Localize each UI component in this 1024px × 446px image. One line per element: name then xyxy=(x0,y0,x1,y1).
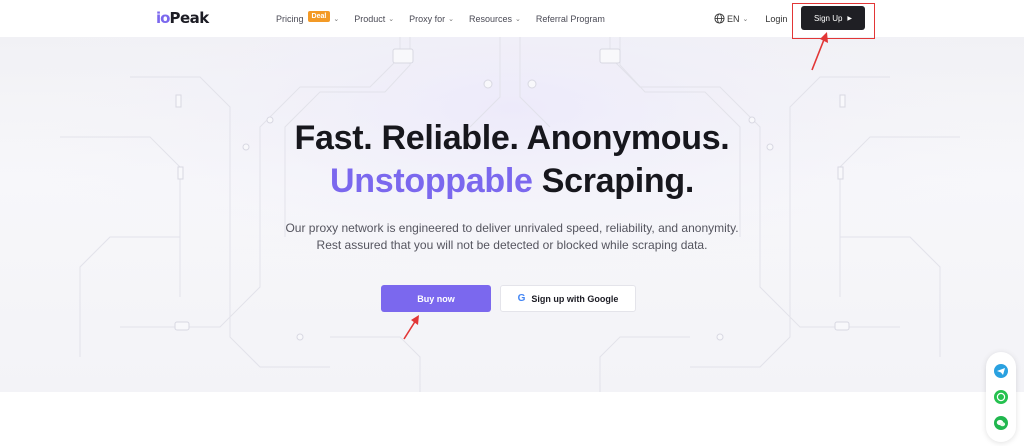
nav-item-label: Referral Program xyxy=(535,13,605,24)
annotation-arrow-signup xyxy=(811,32,828,71)
sign-up-button[interactable]: Sign Up ▶ xyxy=(801,6,865,30)
wechat-icon[interactable] xyxy=(994,416,1008,430)
nav-item-product[interactable]: Product ⌄ xyxy=(354,14,394,24)
hero-subtitle-line1: Our proxy network is engineered to deliv… xyxy=(285,221,739,235)
chevron-down-icon: ⌄ xyxy=(333,15,340,23)
nav-item-label: Product xyxy=(354,13,386,24)
buy-now-button[interactable]: Buy now xyxy=(381,285,491,312)
logo-mark: io xyxy=(156,9,170,27)
hero-subtitle: Our proxy network is engineered to deliv… xyxy=(0,220,1024,254)
nav-right: EN ⌄ Login xyxy=(714,0,787,37)
nav-links: Pricing Deal ⌄ Product ⌄ Proxy for ⌄ Res… xyxy=(276,0,620,37)
language-label: EN xyxy=(727,13,740,24)
nav-item-label: Resources xyxy=(468,13,513,24)
annotation-arrow-buy xyxy=(403,315,419,340)
nav-item-pricing[interactable]: Pricing Deal ⌄ xyxy=(276,11,340,24)
whatsapp-glyph xyxy=(996,392,1006,402)
telegram-glyph xyxy=(997,368,1005,375)
hero-title-line2: Unstoppable Scraping. xyxy=(0,162,1024,201)
hero-title-line1: Fast. Reliable. Anonymous. xyxy=(294,119,730,157)
whatsapp-icon[interactable] xyxy=(994,390,1008,404)
circuit-background xyxy=(0,37,1024,392)
top-nav: io Peak Pricing Deal ⌄ Product ⌄ Proxy f… xyxy=(0,0,1024,39)
logo[interactable]: io Peak xyxy=(156,9,209,27)
chevron-down-icon: ⌄ xyxy=(448,15,454,23)
chevron-down-icon: ⌄ xyxy=(742,15,749,23)
wechat-glyph xyxy=(996,419,1006,427)
logo-text: Peak xyxy=(169,9,209,27)
deal-badge: Deal xyxy=(307,11,331,22)
nav-item-referral-program[interactable]: Referral Program xyxy=(536,14,605,24)
hero-subtitle-line2: Rest assured that you will not be detect… xyxy=(316,238,708,252)
hero-title-accent: Unstoppable xyxy=(330,162,533,200)
floating-contact-bar xyxy=(986,352,1016,442)
google-signup-button[interactable]: G Sign up with Google xyxy=(500,285,636,312)
globe-icon xyxy=(714,13,725,24)
login-link[interactable]: Login xyxy=(765,14,787,24)
hero-title-rest: Scraping. xyxy=(532,162,695,200)
nav-item-resources[interactable]: Resources ⌄ xyxy=(469,14,521,24)
hero-section: Fast. Reliable. Anonymous. Unstoppable S… xyxy=(0,37,1024,392)
nav-item-proxy-for[interactable]: Proxy for ⌄ xyxy=(409,14,454,24)
buy-now-label: Buy now xyxy=(417,293,455,304)
chevron-down-icon: ⌄ xyxy=(388,15,395,23)
telegram-icon[interactable] xyxy=(994,364,1008,378)
sign-up-label: Sign Up xyxy=(813,13,843,23)
google-icon: G xyxy=(517,293,526,304)
language-selector[interactable]: EN ⌄ xyxy=(714,13,748,24)
nav-item-label: Pricing xyxy=(276,13,304,24)
play-arrow-icon: ▶ xyxy=(847,15,853,22)
google-signup-label: Sign up with Google xyxy=(531,293,619,304)
chevron-down-icon: ⌄ xyxy=(515,15,521,23)
nav-item-label: Proxy for xyxy=(409,13,446,24)
